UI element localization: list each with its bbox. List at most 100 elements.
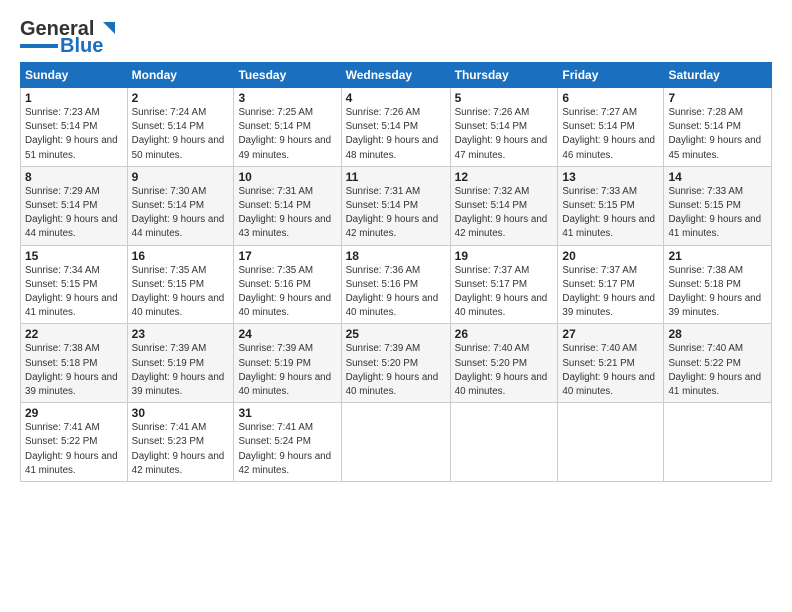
calendar-cell — [664, 403, 772, 482]
calendar-cell: 7Sunrise: 7:28 AMSunset: 5:14 PMDaylight… — [664, 88, 772, 167]
col-header-saturday: Saturday — [664, 63, 772, 88]
calendar-cell: 31Sunrise: 7:41 AMSunset: 5:24 PMDayligh… — [234, 403, 341, 482]
calendar-cell: 3Sunrise: 7:25 AMSunset: 5:14 PMDaylight… — [234, 88, 341, 167]
day-number: 8 — [25, 170, 123, 184]
calendar-week-3: 15Sunrise: 7:34 AMSunset: 5:15 PMDayligh… — [21, 245, 772, 324]
calendar-cell — [450, 403, 558, 482]
day-number: 9 — [132, 170, 230, 184]
day-number: 10 — [238, 170, 336, 184]
col-header-tuesday: Tuesday — [234, 63, 341, 88]
calendar: SundayMondayTuesdayWednesdayThursdayFrid… — [20, 62, 772, 482]
calendar-cell: 5Sunrise: 7:26 AMSunset: 5:14 PMDaylight… — [450, 88, 558, 167]
day-info: Sunrise: 7:40 AMSunset: 5:20 PMDaylight:… — [455, 342, 554, 399]
calendar-cell: 22Sunrise: 7:38 AMSunset: 5:18 PMDayligh… — [21, 324, 128, 403]
day-number: 25 — [346, 327, 446, 341]
day-number: 14 — [668, 170, 767, 184]
day-info: Sunrise: 7:29 AMSunset: 5:14 PMDaylight:… — [25, 185, 123, 242]
calendar-cell: 17Sunrise: 7:35 AMSunset: 5:16 PMDayligh… — [234, 245, 341, 324]
calendar-cell: 1Sunrise: 7:23 AMSunset: 5:14 PMDaylight… — [21, 88, 128, 167]
day-info: Sunrise: 7:39 AMSunset: 5:19 PMDaylight:… — [238, 342, 336, 399]
header: General Blue — [20, 18, 772, 56]
day-info: Sunrise: 7:41 AMSunset: 5:23 PMDaylight:… — [132, 421, 230, 478]
day-number: 1 — [25, 91, 123, 105]
calendar-cell: 2Sunrise: 7:24 AMSunset: 5:14 PMDaylight… — [127, 88, 234, 167]
col-header-wednesday: Wednesday — [341, 63, 450, 88]
calendar-cell: 28Sunrise: 7:40 AMSunset: 5:22 PMDayligh… — [664, 324, 772, 403]
day-info: Sunrise: 7:23 AMSunset: 5:14 PMDaylight:… — [25, 106, 123, 163]
calendar-cell: 11Sunrise: 7:31 AMSunset: 5:14 PMDayligh… — [341, 166, 450, 245]
calendar-cell: 16Sunrise: 7:35 AMSunset: 5:15 PMDayligh… — [127, 245, 234, 324]
day-number: 7 — [668, 91, 767, 105]
day-info: Sunrise: 7:37 AMSunset: 5:17 PMDaylight:… — [562, 264, 659, 321]
day-number: 4 — [346, 91, 446, 105]
col-header-friday: Friday — [558, 63, 664, 88]
day-info: Sunrise: 7:31 AMSunset: 5:14 PMDaylight:… — [238, 185, 336, 242]
day-info: Sunrise: 7:30 AMSunset: 5:14 PMDaylight:… — [132, 185, 230, 242]
day-info: Sunrise: 7:33 AMSunset: 5:15 PMDaylight:… — [668, 185, 767, 242]
day-number: 15 — [25, 249, 123, 263]
col-header-monday: Monday — [127, 63, 234, 88]
calendar-cell: 18Sunrise: 7:36 AMSunset: 5:16 PMDayligh… — [341, 245, 450, 324]
day-number: 30 — [132, 406, 230, 420]
calendar-cell: 21Sunrise: 7:38 AMSunset: 5:18 PMDayligh… — [664, 245, 772, 324]
day-number: 12 — [455, 170, 554, 184]
day-number: 6 — [562, 91, 659, 105]
calendar-cell: 27Sunrise: 7:40 AMSunset: 5:21 PMDayligh… — [558, 324, 664, 403]
day-info: Sunrise: 7:35 AMSunset: 5:16 PMDaylight:… — [238, 264, 336, 321]
calendar-cell: 24Sunrise: 7:39 AMSunset: 5:19 PMDayligh… — [234, 324, 341, 403]
calendar-cell: 20Sunrise: 7:37 AMSunset: 5:17 PMDayligh… — [558, 245, 664, 324]
day-number: 19 — [455, 249, 554, 263]
day-number: 2 — [132, 91, 230, 105]
day-number: 26 — [455, 327, 554, 341]
calendar-cell: 23Sunrise: 7:39 AMSunset: 5:19 PMDayligh… — [127, 324, 234, 403]
col-header-sunday: Sunday — [21, 63, 128, 88]
day-info: Sunrise: 7:33 AMSunset: 5:15 PMDaylight:… — [562, 185, 659, 242]
logo: General Blue — [20, 18, 117, 56]
page: General Blue SundayMondayTuesdayWednesda… — [0, 0, 792, 492]
day-number: 18 — [346, 249, 446, 263]
day-info: Sunrise: 7:41 AMSunset: 5:22 PMDaylight:… — [25, 421, 123, 478]
day-info: Sunrise: 7:35 AMSunset: 5:15 PMDaylight:… — [132, 264, 230, 321]
day-info: Sunrise: 7:26 AMSunset: 5:14 PMDaylight:… — [346, 106, 446, 163]
day-number: 24 — [238, 327, 336, 341]
calendar-cell: 25Sunrise: 7:39 AMSunset: 5:20 PMDayligh… — [341, 324, 450, 403]
day-info: Sunrise: 7:40 AMSunset: 5:21 PMDaylight:… — [562, 342, 659, 399]
calendar-cell: 4Sunrise: 7:26 AMSunset: 5:14 PMDaylight… — [341, 88, 450, 167]
day-number: 16 — [132, 249, 230, 263]
calendar-cell: 29Sunrise: 7:41 AMSunset: 5:22 PMDayligh… — [21, 403, 128, 482]
calendar-header-row: SundayMondayTuesdayWednesdayThursdayFrid… — [21, 63, 772, 88]
day-number: 17 — [238, 249, 336, 263]
day-info: Sunrise: 7:27 AMSunset: 5:14 PMDaylight:… — [562, 106, 659, 163]
col-header-thursday: Thursday — [450, 63, 558, 88]
day-number: 5 — [455, 91, 554, 105]
day-info: Sunrise: 7:31 AMSunset: 5:14 PMDaylight:… — [346, 185, 446, 242]
day-number: 3 — [238, 91, 336, 105]
day-info: Sunrise: 7:41 AMSunset: 5:24 PMDaylight:… — [238, 421, 336, 478]
calendar-cell: 8Sunrise: 7:29 AMSunset: 5:14 PMDaylight… — [21, 166, 128, 245]
calendar-week-2: 8Sunrise: 7:29 AMSunset: 5:14 PMDaylight… — [21, 166, 772, 245]
calendar-cell — [341, 403, 450, 482]
day-number: 27 — [562, 327, 659, 341]
day-number: 29 — [25, 406, 123, 420]
day-info: Sunrise: 7:28 AMSunset: 5:14 PMDaylight:… — [668, 106, 767, 163]
day-number: 23 — [132, 327, 230, 341]
logo-bottom: Blue — [20, 36, 103, 56]
calendar-cell: 26Sunrise: 7:40 AMSunset: 5:20 PMDayligh… — [450, 324, 558, 403]
calendar-week-1: 1Sunrise: 7:23 AMSunset: 5:14 PMDaylight… — [21, 88, 772, 167]
day-info: Sunrise: 7:36 AMSunset: 5:16 PMDaylight:… — [346, 264, 446, 321]
day-number: 31 — [238, 406, 336, 420]
calendar-cell: 19Sunrise: 7:37 AMSunset: 5:17 PMDayligh… — [450, 245, 558, 324]
day-number: 21 — [668, 249, 767, 263]
calendar-cell: 12Sunrise: 7:32 AMSunset: 5:14 PMDayligh… — [450, 166, 558, 245]
day-number: 11 — [346, 170, 446, 184]
day-info: Sunrise: 7:38 AMSunset: 5:18 PMDaylight:… — [25, 342, 123, 399]
logo-bar — [20, 44, 58, 48]
calendar-cell: 6Sunrise: 7:27 AMSunset: 5:14 PMDaylight… — [558, 88, 664, 167]
day-info: Sunrise: 7:34 AMSunset: 5:15 PMDaylight:… — [25, 264, 123, 321]
calendar-cell: 9Sunrise: 7:30 AMSunset: 5:14 PMDaylight… — [127, 166, 234, 245]
calendar-cell: 10Sunrise: 7:31 AMSunset: 5:14 PMDayligh… — [234, 166, 341, 245]
day-info: Sunrise: 7:37 AMSunset: 5:17 PMDaylight:… — [455, 264, 554, 321]
calendar-cell — [558, 403, 664, 482]
day-number: 13 — [562, 170, 659, 184]
logo-blue-text: Blue — [60, 36, 103, 56]
